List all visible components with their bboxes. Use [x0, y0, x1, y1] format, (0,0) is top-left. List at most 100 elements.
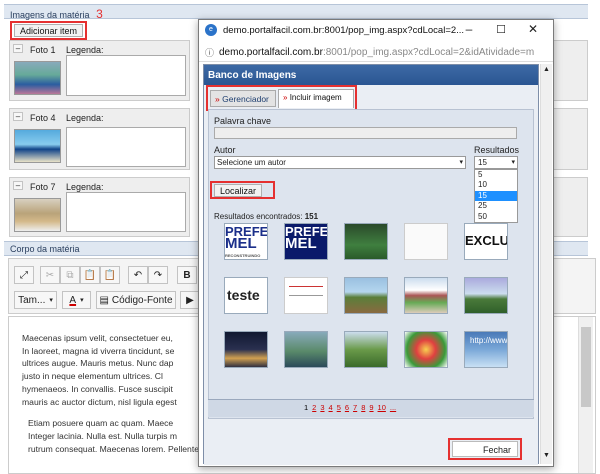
page-link[interactable]: 3 — [320, 403, 324, 412]
copy-icon[interactable]: ⧉ — [60, 266, 80, 284]
font-size-dropdown[interactable]: Tam... ▾ — [14, 291, 57, 309]
results-options-list[interactable]: 5 10 15 25 50 — [474, 169, 518, 223]
remove-photo-7-button[interactable]: – — [13, 181, 23, 190]
results-found-count: 151 — [304, 212, 319, 221]
scroll-up-icon[interactable]: ▲ — [543, 66, 550, 73]
popup-url[interactable]: demo.portalfacil.com.br:8001/pop_img.asp… — [219, 47, 534, 58]
font-color-label: A — [69, 294, 77, 306]
font-size-label: Tam... — [18, 294, 46, 306]
tabs-highlight — [206, 85, 357, 111]
results-option[interactable]: 5 — [475, 170, 517, 180]
page-link[interactable]: 2 — [312, 403, 316, 412]
result-image[interactable] — [344, 331, 388, 368]
image-bank-panel: Banco de Imagens » Gerenciador » Incluir… — [203, 64, 539, 465]
photo-7-caption-input[interactable] — [66, 192, 186, 232]
page-link[interactable]: 9 — [369, 403, 373, 412]
photo-row-6 — [548, 108, 588, 170]
paste-text-icon[interactable]: 📋 — [100, 266, 120, 284]
remove-photo-1-button[interactable]: – — [13, 44, 23, 53]
page-link[interactable]: 10 — [378, 403, 386, 412]
photo-1-label: Foto 1 — [30, 45, 56, 55]
results-selected: 15 — [478, 158, 487, 167]
photo-row-7: – Foto 7 Legenda: — [9, 177, 190, 237]
bold-button[interactable]: B — [177, 266, 197, 284]
images-section-title: Imagens da matéria — [10, 10, 90, 20]
youtube-icon[interactable]: ▶ — [180, 291, 200, 309]
scroll-down-icon[interactable]: ▼ — [543, 452, 550, 459]
result-image[interactable] — [344, 277, 388, 314]
undo-icon[interactable]: ↶ — [128, 266, 148, 284]
thumb-text: EXCLUI — [465, 233, 508, 248]
result-image[interactable] — [464, 277, 508, 314]
cut-icon[interactable]: ✂ — [40, 266, 60, 284]
results-option[interactable]: 50 — [475, 212, 517, 222]
dropdown-arrow-icon: ▾ — [511, 159, 515, 166]
page-link[interactable]: 6 — [345, 403, 349, 412]
results-option[interactable]: 10 — [475, 180, 517, 190]
result-image[interactable] — [404, 331, 448, 368]
results-select[interactable]: 15 ▾ — [474, 156, 518, 169]
author-select[interactable]: Selecione um autor ▾ — [214, 156, 466, 169]
page-link[interactable]: 5 — [337, 403, 341, 412]
photo-7-label: Foto 7 — [30, 182, 56, 192]
paste-icon[interactable]: 📋 — [80, 266, 100, 284]
photo-1-thumbnail[interactable] — [14, 61, 61, 95]
info-icon[interactable]: ⓘ — [205, 46, 214, 59]
body-section-title: Corpo da matéria — [10, 244, 80, 254]
restore-icon[interactable]: ☐ — [493, 23, 509, 39]
photo-4-thumbnail[interactable] — [14, 129, 61, 163]
result-image[interactable]: EXCLUI — [464, 223, 508, 260]
result-image[interactable]: http://www. — [464, 331, 508, 368]
close-window-icon[interactable]: ✕ — [525, 22, 541, 38]
browser-icon: e — [205, 24, 217, 36]
photo-7-thumbnail[interactable] — [14, 198, 61, 232]
page-link-more[interactable]: ... — [390, 403, 396, 412]
result-image[interactable] — [344, 223, 388, 260]
close-button[interactable]: Fechar — [452, 441, 518, 457]
font-color-dropdown[interactable]: A ▾ — [62, 291, 91, 309]
image-results-grid: PREFEI MEL RECONSTRUINDO PREFEI MEL EXCLUI … — [224, 223, 508, 368]
dropdown-arrow-icon: ▾ — [459, 159, 463, 166]
photo-1-caption-input[interactable] — [66, 55, 186, 96]
keyword-label: Palavra chave — [214, 116, 272, 126]
source-code-button[interactable]: ▤ Código-Fonte — [96, 291, 176, 309]
keyword-input[interactable] — [214, 127, 517, 139]
results-found-label: Resultados encontrados: — [214, 212, 303, 221]
result-image[interactable] — [404, 277, 448, 314]
result-image[interactable]: PREFEI MEL RECONSTRUINDO — [224, 223, 268, 260]
photo-4-caption-label: Legenda: — [66, 113, 104, 123]
page-link[interactable]: 7 — [353, 403, 357, 412]
popup-window-title: demo.portalfacil.com.br:8001/pop_img.asp… — [223, 25, 465, 36]
remove-photo-4-button[interactable]: – — [13, 112, 23, 121]
minimize-icon[interactable]: – — [461, 22, 477, 38]
editor-scrollbar[interactable] — [578, 317, 593, 473]
result-image[interactable]: teste — [224, 277, 268, 314]
search-button[interactable]: Localizar — [214, 184, 263, 197]
popup-window: e demo.portalfacil.com.br:8001/pop_img.a… — [198, 19, 554, 467]
popup-title-bar: e demo.portalfacil.com.br:8001/pop_img.a… — [199, 20, 553, 42]
editor-scrollbar-thumb[interactable] — [581, 327, 591, 407]
thumb-text: http://www. — [470, 336, 508, 345]
result-image[interactable] — [284, 277, 328, 314]
results-label: Resultados — [474, 145, 520, 155]
author-selected: Selecione um autor — [217, 158, 286, 167]
popup-scrollbar[interactable]: ▲ ▼ — [540, 64, 552, 464]
photo-row-3 — [548, 40, 588, 101]
results-option[interactable]: 25 — [475, 201, 517, 211]
photo-row-9 — [548, 177, 588, 237]
page-link-current[interactable]: 1 — [304, 403, 308, 412]
results-found: Resultados encontrados: 151 — [214, 212, 318, 221]
page-link[interactable]: 8 — [361, 403, 365, 412]
maximize-icon[interactable]: ⤢ — [14, 266, 34, 284]
add-item-button[interactable]: Adicionar item — [14, 24, 84, 37]
result-image[interactable] — [224, 331, 268, 368]
result-image[interactable]: PREFEI MEL — [284, 223, 328, 260]
result-image[interactable] — [404, 223, 448, 260]
redo-icon[interactable]: ↷ — [148, 266, 168, 284]
photo-4-label: Foto 4 — [30, 113, 56, 123]
result-image[interactable] — [284, 331, 328, 368]
photo-4-caption-input[interactable] — [66, 127, 186, 167]
popup-address-bar[interactable]: ⓘ demo.portalfacil.com.br:8001/pop_img.a… — [199, 42, 553, 62]
results-option-selected[interactable]: 15 — [475, 190, 517, 202]
page-link[interactable]: 4 — [329, 403, 333, 412]
